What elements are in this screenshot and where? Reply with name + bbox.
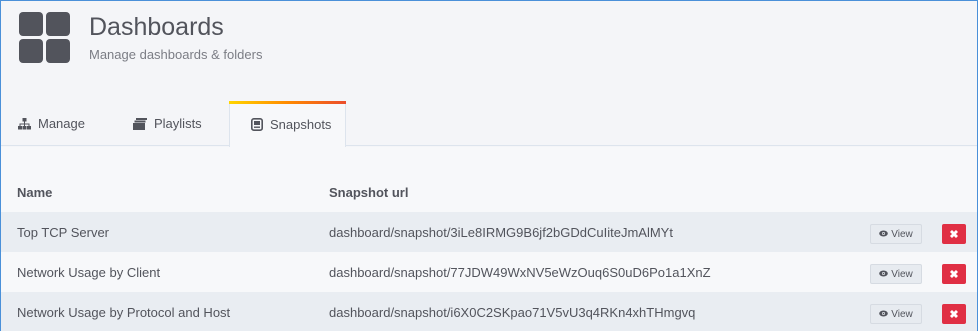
delete-button[interactable]: ✖ — [942, 304, 966, 324]
eye-icon — [879, 269, 889, 280]
view-button[interactable]: View — [870, 304, 922, 324]
tab-playlists-label: Playlists — [154, 116, 202, 131]
tab-snapshots-label: Snapshots — [270, 116, 332, 132]
eye-icon — [879, 229, 889, 240]
tab-bar: Manage Playlists Snapshots — [1, 101, 977, 147]
tab-snapshots[interactable]: Snapshots — [229, 101, 346, 147]
view-button[interactable]: View — [870, 264, 922, 284]
snapshot-url-link[interactable]: dashboard/snapshot/i6X0C2SKpao71V5vU3q4R… — [329, 305, 695, 320]
eye-icon — [879, 309, 889, 320]
column-header-snapshot-url: Snapshot url — [329, 185, 409, 200]
column-header-name: Name — [17, 185, 53, 200]
page-header: Dashboards Manage dashboards & folders M… — [1, 1, 977, 147]
delete-button[interactable]: ✖ — [942, 224, 966, 244]
dashboards-logo-icon — [19, 12, 71, 64]
page-subtitle: Manage dashboards & folders — [89, 47, 263, 62]
view-button-label: View — [891, 268, 913, 280]
table-row: Network Usage by Protocol and Host dashb… — [1, 292, 977, 331]
tab-playlists[interactable]: Playlists — [133, 101, 202, 146]
snapshot-name: Network Usage by Protocol and Host — [17, 305, 231, 320]
snapshot-url-link[interactable]: dashboard/snapshot/77JDW49WxNV5eWzOuq6S0… — [329, 265, 711, 280]
table-row: Network Usage by Client dashboard/snapsh… — [1, 252, 977, 292]
delete-button[interactable]: ✖ — [942, 264, 966, 284]
view-button-label: View — [891, 308, 913, 320]
snapshot-name: Network Usage by Client — [17, 265, 161, 280]
dashboards-window: Dashboards Manage dashboards & folders M… — [0, 0, 978, 331]
page-title: Dashboards — [89, 13, 224, 41]
tab-manage-label: Manage — [38, 116, 85, 131]
sitemap-icon — [18, 117, 31, 130]
snapshot-url-link[interactable]: dashboard/snapshot/3iLe8IRMG9B6jf2bGDdCu… — [329, 225, 673, 240]
table-row: Top TCP Server dashboard/snapshot/3iLe8I… — [1, 212, 977, 252]
table-header: Name Snapshot url — [1, 175, 977, 207]
snapshot-icon — [251, 117, 263, 131]
playlist-icon — [133, 117, 147, 130]
close-icon: ✖ — [949, 268, 959, 281]
tab-manage[interactable]: Manage — [18, 101, 85, 146]
view-button[interactable]: View — [870, 224, 922, 244]
snapshots-table: Name Snapshot url Top TCP Server dashboa… — [1, 147, 977, 331]
close-icon: ✖ — [949, 308, 959, 321]
view-button-label: View — [891, 228, 913, 240]
close-icon: ✖ — [949, 228, 959, 241]
snapshot-name: Top TCP Server — [17, 225, 110, 240]
